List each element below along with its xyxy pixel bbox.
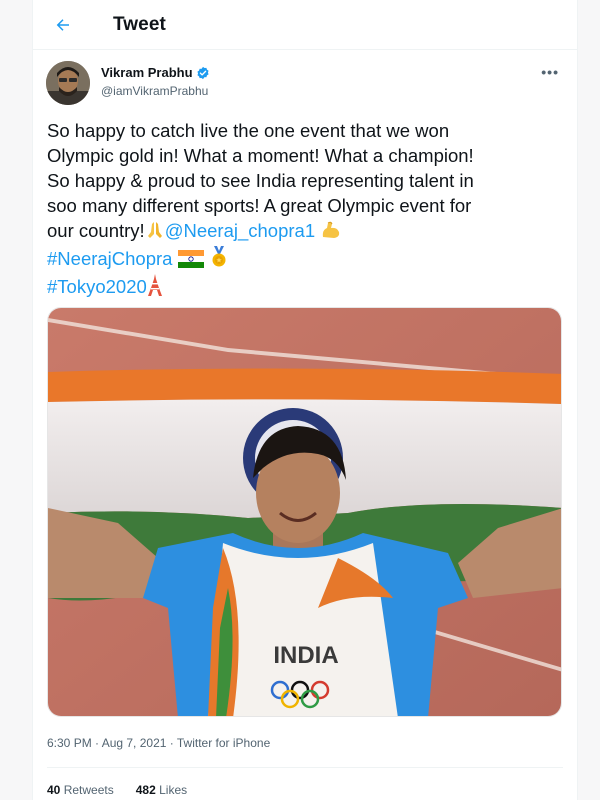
tweet-media-image[interactable]: INDIA [47,307,562,717]
tweet-text-line: So happy to catch live the one event tha… [47,120,450,141]
tweet-text-line: So happy & proud to see India representi… [47,170,474,191]
retweets-count: 40 [47,783,61,797]
medal-emoji [209,246,229,274]
avatar[interactable] [46,61,90,105]
athlete-with-flag-photo: INDIA [48,308,561,716]
tweet-author: Vikram Prabhu @iamVikramPrabhu ••• [33,58,577,118]
likes-count: 482 [135,783,156,797]
tweet-stats: 40 Retweets 482 Likes [47,783,187,797]
author-names: Vikram Prabhu @iamVikramPrabhu [101,65,210,98]
flexed-biceps-emoji [320,220,342,246]
more-options-button[interactable]: ••• [541,64,559,80]
tweet-text-line: #NeerajChopra [47,246,567,274]
page-title: Tweet [113,13,166,35]
back-button[interactable] [47,9,79,41]
arrow-left-icon [56,18,69,31]
mention-link[interactable]: @Neeraj_chopra1 [165,220,315,241]
tweet-text-segment: our country! [47,220,145,241]
retweets-stat[interactable]: 40 Retweets [47,783,114,797]
tweet-timestamp[interactable]: 6:30 PM · Aug 7, 2021 · Twitter for iPho… [47,736,270,750]
more-dots-icon: ••• [541,64,559,80]
tweet-text-line: soo many different sports! A great Olymp… [47,195,472,216]
tweet-text-line: Olympic gold in! What a moment! What a c… [47,145,474,166]
folded-hands-emoji [145,220,165,246]
tweet-text: So happy to catch live the one event tha… [47,118,567,302]
author-display-name[interactable]: Vikram Prabhu [101,65,193,80]
retweets-label: Retweets [63,783,114,797]
likes-label: Likes [159,783,188,797]
hashtag-link[interactable]: #NeerajChopra [47,248,172,269]
verified-badge-icon [196,66,210,80]
divider [47,767,563,768]
author-handle[interactable]: @iamVikramPrabhu [101,84,210,98]
jersey-text: INDIA [273,642,338,669]
likes-stat[interactable]: 482 Likes [136,783,187,797]
hashtag-link[interactable]: #Tokyo2020 [47,276,147,297]
india-flag-emoji [177,249,204,274]
page-header: Tweet [33,0,577,50]
tweet-text-line: #Tokyo2020 [47,274,567,302]
tokyo-tower-emoji [147,274,163,302]
tweet-detail-page: Tweet Vikram Prabhu @iamVikramPrabhu •••… [32,0,578,800]
tweet-text-line: our country! @Neeraj_chopra1 [47,218,567,246]
